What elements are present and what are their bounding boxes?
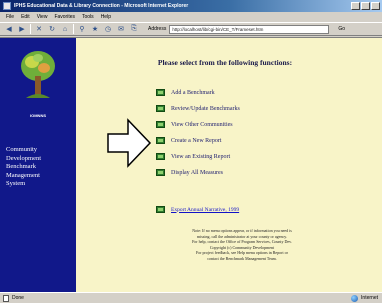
footer-note: Note: If no menu options appear, or if i… (120, 228, 364, 262)
footer-line: contact the Benchmark Management Team. (207, 255, 277, 261)
menu-option-label[interactable]: Create a New Report (171, 138, 221, 144)
minimize-button[interactable] (351, 2, 360, 10)
forward-icon[interactable]: ▶ (17, 24, 27, 34)
book-icon (156, 89, 165, 96)
sidebar-title-line: Community (6, 146, 38, 153)
favorites-icon[interactable]: ★ (90, 24, 100, 34)
menu-help[interactable]: Help (101, 12, 111, 22)
menu-option-view-communities[interactable]: View Other Communities (156, 118, 240, 131)
function-menu: Add a Benchmark Review/Update Benchmarks… (156, 86, 240, 182)
menu-bar: File Edit View Favorites Tools Help (0, 12, 382, 22)
status-right: Internet (351, 293, 378, 303)
report-link[interactable]: Export Annual Narrative, 1999 (171, 207, 239, 213)
go-button[interactable]: Go (338, 26, 345, 32)
toolbar-separator (73, 24, 74, 34)
status-text: Done (12, 295, 24, 301)
back-icon[interactable]: ◀ (4, 24, 14, 34)
address-input[interactable]: http://localhost/lib/cgi-bin/CE_T/Frames… (169, 24, 330, 34)
book-icon (156, 105, 165, 112)
sidebar-caption: IOMNNS (30, 113, 46, 118)
menu-view[interactable]: View (37, 12, 48, 22)
menu-option-review-benchmarks[interactable]: Review/Update Benchmarks (156, 102, 240, 115)
menu-option-view-report[interactable]: View an Existing Report (156, 150, 240, 163)
history-icon[interactable]: ◷ (103, 24, 113, 34)
page-heading: Please select from the following functio… (157, 58, 293, 67)
book-icon (156, 206, 165, 213)
book-icon (156, 169, 165, 176)
menu-option-label[interactable]: View an Existing Report (171, 154, 230, 160)
menu-option-label[interactable]: Review/Update Benchmarks (171, 106, 240, 112)
sidebar: IOMNNS Community Development Benchmark M… (0, 38, 76, 292)
sidebar-title-line: Benchmark (6, 163, 36, 170)
menu-option-label[interactable]: Add a Benchmark (171, 90, 215, 96)
window-controls (351, 2, 380, 10)
ie-icon (3, 2, 11, 10)
sidebar-title: Community Development Benchmark Manageme… (6, 146, 41, 189)
search-icon[interactable]: ⚲ (77, 24, 87, 34)
pointer-arrow-icon (107, 118, 152, 168)
close-button[interactable] (371, 2, 380, 10)
book-icon (156, 137, 165, 144)
status-left: Done (3, 293, 24, 303)
refresh-icon[interactable]: ↻ (47, 24, 57, 34)
address-label: Address (148, 26, 167, 32)
book-icon (156, 153, 165, 160)
browser-page: IOMNNS Community Development Benchmark M… (0, 37, 382, 292)
sidebar-title-line: Management (6, 171, 40, 179)
menu-edit[interactable]: Edit (21, 12, 30, 22)
sidebar-title-line: Development (6, 154, 42, 162)
mail-icon[interactable]: ✉ (116, 24, 126, 34)
sidebar-title-line: System (6, 180, 26, 187)
book-icon (156, 121, 165, 128)
menu-option-create-report[interactable]: Create a New Report (156, 134, 240, 147)
internet-zone-icon (351, 295, 359, 302)
toolbar-separator (30, 24, 31, 34)
stop-icon[interactable]: ✕ (34, 24, 44, 34)
status-bar: Done Internet (0, 292, 382, 303)
window-titlebar: IPHS Educational Data & Library Connecti… (0, 0, 382, 12)
main-content: Please select from the following functio… (76, 38, 374, 292)
menu-option-label[interactable]: Display All Measures (171, 170, 223, 176)
menu-tools[interactable]: Tools (82, 12, 94, 22)
maximize-button[interactable] (361, 2, 370, 10)
menu-option-add-benchmark[interactable]: Add a Benchmark (156, 86, 240, 99)
toolbar: ◀ ▶ ✕ ↻ ⌂ ⚲ ★ ◷ ✉ ⎘ Address http://local… (0, 22, 382, 36)
window-title: IPHS Educational Data & Library Connecti… (14, 3, 189, 9)
zone-text: Internet (361, 295, 378, 301)
menu-favorites[interactable]: Favorites (54, 12, 75, 22)
print-icon[interactable]: ⎘ (129, 24, 139, 34)
menu-file[interactable]: File (6, 12, 14, 22)
tree-logo-icon (21, 51, 55, 98)
report-link-row[interactable]: Export Annual Narrative, 1999 (156, 206, 239, 213)
home-icon[interactable]: ⌂ (60, 24, 70, 34)
menu-option-label[interactable]: View Other Communities (171, 122, 233, 128)
menu-option-display-measures[interactable]: Display All Measures (156, 166, 240, 179)
page-icon (3, 295, 9, 302)
